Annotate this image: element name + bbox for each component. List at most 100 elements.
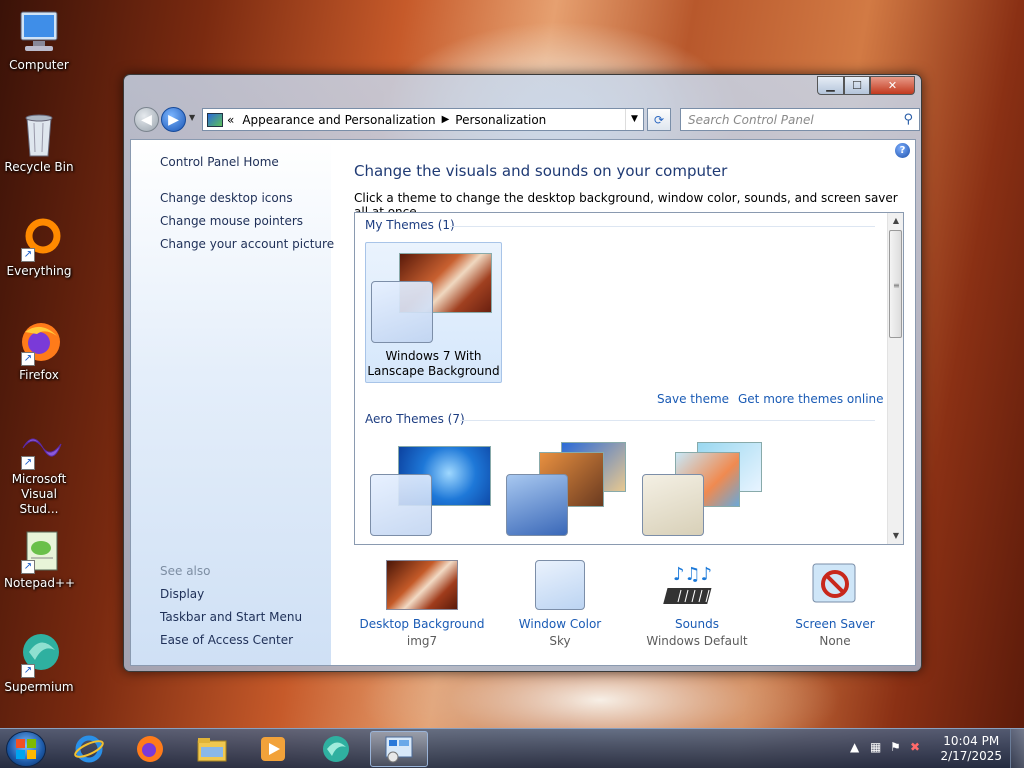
my-themes-header[interactable]: My Themes (1): [365, 218, 455, 232]
taskbar-start-menu-link[interactable]: Taskbar and Start Menu: [160, 610, 302, 624]
supermium-icon: [323, 736, 349, 762]
desktop-icon-supermium[interactable]: ↗ Supermium: [4, 630, 74, 695]
control-panel-home-link[interactable]: Control Panel Home: [160, 155, 279, 169]
desktop-background-label[interactable]: Desktop Background: [352, 616, 492, 632]
display-link[interactable]: Display: [160, 587, 204, 601]
taskbar: ▲ ▦ ⚑ ✖ 10:04 PM 2/17/2025: [0, 728, 1024, 768]
window-content: Control Panel Home Change desktop icons …: [130, 139, 916, 666]
refresh-button[interactable]: ⟳: [647, 108, 671, 131]
desktop-icon-label: Everything: [6, 264, 72, 278]
show-hidden-icons-icon[interactable]: ▲: [850, 740, 859, 754]
search-placeholder: Search Control Panel: [688, 112, 814, 127]
close-button[interactable]: ✕: [870, 76, 915, 95]
shortcut-arrow-icon: ↗: [21, 248, 35, 262]
desktop-icon-computer[interactable]: Computer: [4, 8, 74, 73]
theme-list: My Themes (1) Windows 7 With Lanscape Ba…: [354, 212, 904, 545]
taskbar-personalization[interactable]: [370, 731, 428, 767]
theme-color-swatch: [506, 474, 568, 536]
sounds-value: Windows Default: [646, 634, 748, 648]
aero-themes-header[interactable]: Aero Themes (7): [365, 412, 465, 426]
desktop-icon-firefox[interactable]: ↗ Firefox: [4, 318, 74, 383]
address-dropdown-button[interactable]: ▼: [625, 109, 643, 130]
screen-saver-setting[interactable]: Screen Saver None: [765, 560, 905, 651]
action-center-flag-icon[interactable]: ⚑: [890, 740, 901, 754]
clock[interactable]: 10:04 PM 2/17/2025: [940, 734, 1002, 764]
taskbar-file-explorer[interactable]: [183, 731, 241, 767]
start-button[interactable]: [6, 731, 46, 767]
navigation-bar: ◀ ▶ ▼ « Appearance and Personalization ▶…: [132, 105, 920, 133]
group-divider: [460, 420, 875, 421]
shortcut-arrow-icon: ↗: [21, 456, 35, 470]
window-color-value: Sky: [549, 634, 571, 648]
see-also-label: See also: [160, 564, 211, 578]
clock-date: 2/17/2025: [940, 749, 1002, 763]
sounds-setting[interactable]: ♪♫♪ Sounds Windows Default: [627, 560, 767, 651]
media-player-icon: [261, 737, 285, 761]
ease-of-access-link[interactable]: Ease of Access Center: [160, 633, 293, 647]
desktop-icon-recycle-bin[interactable]: Recycle Bin: [4, 110, 74, 175]
recycle-bin-icon: [15, 110, 63, 158]
address-prefix[interactable]: «: [227, 113, 234, 127]
group-divider: [450, 226, 875, 227]
minimize-button[interactable]: ▁: [817, 76, 844, 95]
breadcrumb-separator-icon[interactable]: ▶: [442, 114, 450, 125]
window-color-label[interactable]: Window Color: [490, 616, 630, 632]
show-desktop-button[interactable]: [1010, 729, 1024, 768]
theme-item-characters[interactable]: [637, 436, 774, 544]
save-theme-link[interactable]: Save theme: [657, 392, 729, 406]
desktop-icon-label: Firefox: [19, 368, 59, 382]
scroll-grip-icon: ≡: [893, 281, 900, 290]
shortcut-arrow-icon: ↗: [21, 664, 35, 678]
search-input[interactable]: Search Control Panel ⚲: [680, 108, 920, 131]
theme-item-architecture[interactable]: [501, 436, 638, 544]
desktop-icon-label: Microsoft Visual Stud...: [11, 472, 67, 516]
theme-item-windows-7[interactable]: [365, 436, 502, 544]
volume-muted-icon[interactable]: ✖: [910, 740, 920, 754]
change-account-picture-link[interactable]: Change your account picture: [160, 237, 334, 251]
window-color-setting[interactable]: Window Color Sky: [490, 560, 630, 651]
theme-color-swatch: [642, 474, 704, 536]
desktop-background-setting[interactable]: Desktop Background img7: [352, 560, 492, 651]
desktop-icon-label: Notepad++: [4, 576, 76, 590]
get-more-themes-link[interactable]: Get more themes online: [738, 392, 884, 406]
desktop-icon-notepadpp[interactable]: ↗ Notepad++: [4, 526, 76, 591]
scroll-up-icon[interactable]: ▲: [888, 213, 903, 229]
forward-button[interactable]: ▶: [161, 107, 186, 132]
back-button[interactable]: ◀: [134, 107, 159, 132]
help-icon[interactable]: ?: [895, 143, 910, 158]
desktop-icon-everything[interactable]: ↗ Everything: [4, 214, 74, 279]
taskbar-firefox[interactable]: [121, 731, 179, 767]
screen-saver-label[interactable]: Screen Saver: [765, 616, 905, 632]
control-panel-icon: [207, 112, 223, 127]
desktop-icon-label: Computer: [9, 58, 69, 72]
shortcut-arrow-icon: ↗: [21, 352, 35, 366]
theme-list-scrollbar[interactable]: ▲ ≡ ▼: [887, 213, 903, 544]
svg-text:♪♫♪: ♪♫♪: [673, 564, 712, 585]
network-icon[interactable]: ▦: [870, 740, 881, 754]
screen-saver-value: None: [819, 634, 851, 648]
search-icon[interactable]: ⚲: [903, 112, 913, 127]
scroll-down-icon[interactable]: ▼: [888, 528, 903, 544]
recent-pages-dropdown[interactable]: ▼: [189, 113, 195, 122]
taskbar-internet-explorer[interactable]: [60, 731, 118, 767]
sounds-label[interactable]: Sounds: [627, 616, 767, 632]
change-mouse-pointers-link[interactable]: Change mouse pointers: [160, 214, 303, 228]
shortcut-arrow-icon: ↗: [21, 560, 35, 574]
theme-item-my-theme[interactable]: Windows 7 With Lanscape Background: [365, 242, 502, 383]
window-color-icon: [535, 560, 585, 610]
address-bar[interactable]: « Appearance and Personalization ▶ Perso…: [202, 108, 644, 131]
theme-color-swatch: [370, 474, 432, 536]
clock-time: 10:04 PM: [943, 734, 1000, 748]
taskbar-supermium[interactable]: [307, 731, 365, 767]
breadcrumb-appearance[interactable]: Appearance and Personalization: [242, 113, 435, 127]
change-desktop-icons-link[interactable]: Change desktop icons: [160, 191, 293, 205]
breadcrumb-personalization[interactable]: Personalization: [455, 113, 546, 127]
screen-saver-icon: [799, 560, 871, 610]
everything-icon: ↗: [15, 214, 63, 262]
theme-name: Windows 7 With Lanscape Background: [367, 349, 500, 378]
scroll-thumb[interactable]: ≡: [889, 230, 902, 338]
desktop-icon-visual-studio[interactable]: ↗ Microsoft Visual Stud...: [4, 422, 74, 517]
maximize-button[interactable]: ☐: [844, 76, 870, 95]
windows-logo-icon: [16, 739, 36, 759]
taskbar-media-player[interactable]: [244, 731, 302, 767]
